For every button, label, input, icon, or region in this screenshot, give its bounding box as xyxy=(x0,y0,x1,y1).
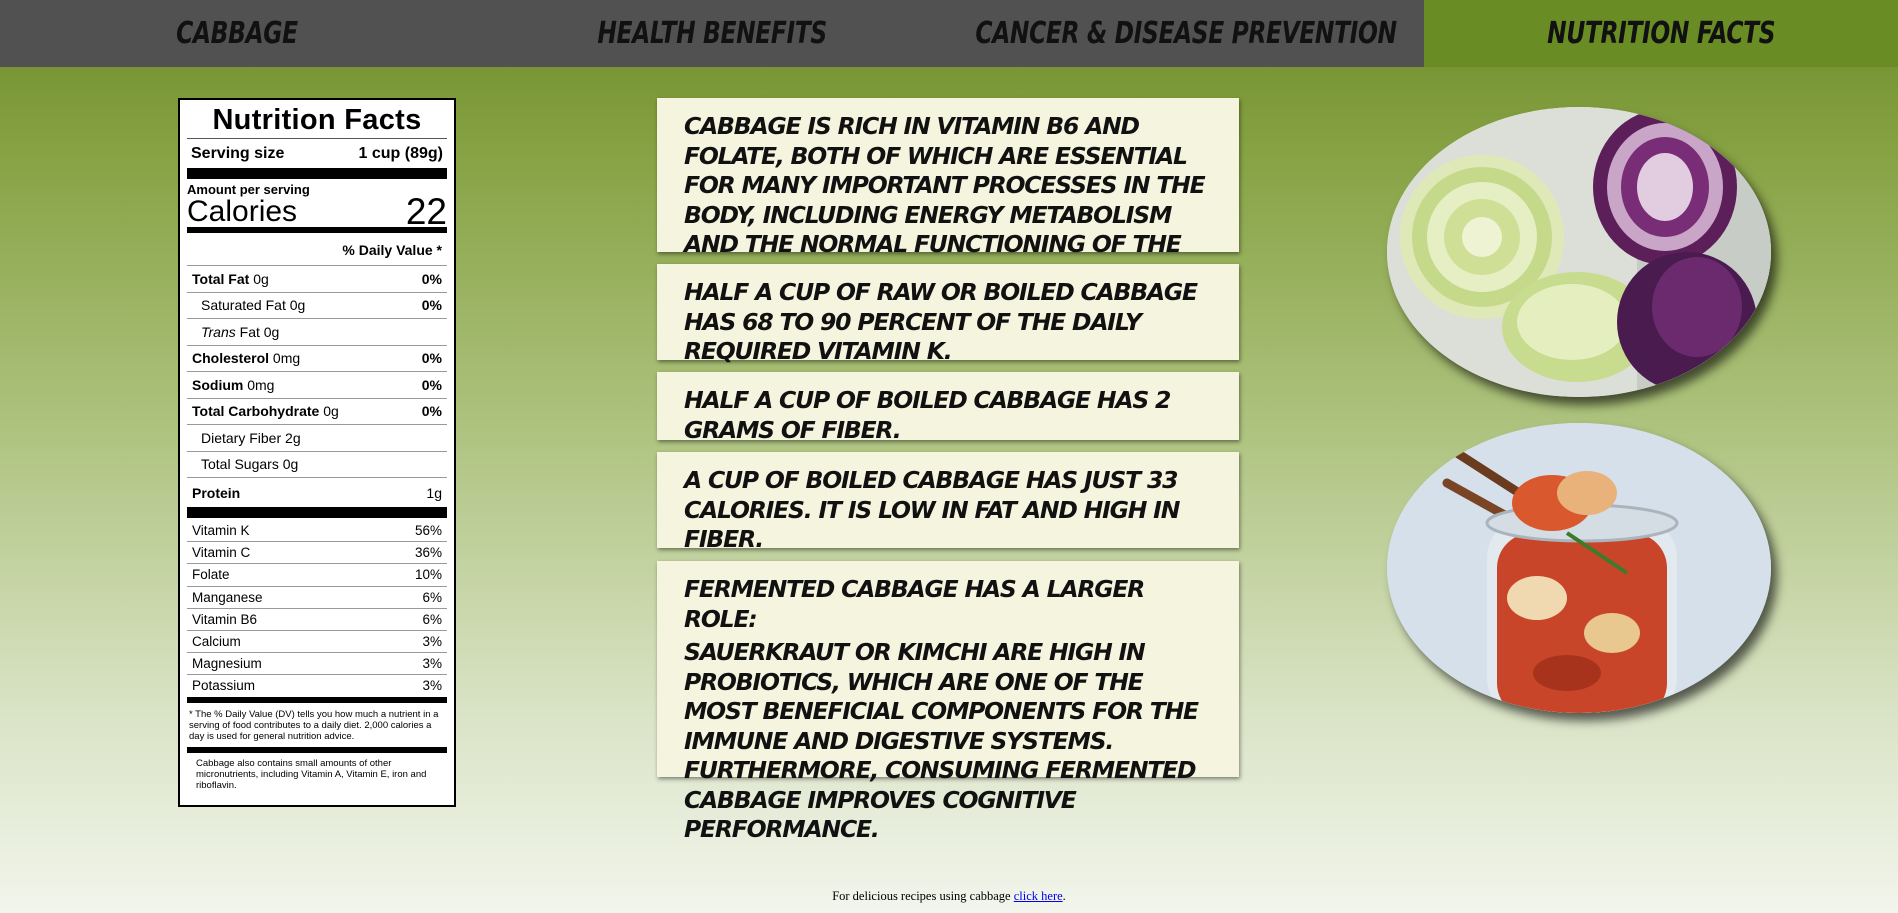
nutrient-row-sodium: Sodium 0mg 0% xyxy=(187,371,447,398)
daily-value-header: % Daily Value * xyxy=(342,242,442,258)
footer-text: For delicious recipes using cabbage xyxy=(832,889,1011,903)
kimchi-jar-photo xyxy=(1387,423,1771,713)
fact-text: Half a cup of raw or boiled cabbage has … xyxy=(684,278,1198,365)
fact-card-fermented: Fermented cabbage has a larger role: Sau… xyxy=(657,561,1239,843)
nutrient-row-cholesterol: Cholesterol 0mg 0% xyxy=(187,344,447,372)
top-nav: Cabbage Health Benefits Cancer & Disease… xyxy=(0,0,1898,67)
divider-thick xyxy=(187,168,447,179)
nav-item-cabbage[interactable]: Cabbage xyxy=(0,0,475,67)
fact-card-calories: A cup of boiled cabbage has just 33 calo… xyxy=(657,452,1239,553)
kimchi-jar-illustration xyxy=(1387,423,1771,713)
vitamin-row: Vitamin B6 6% xyxy=(187,607,447,630)
nav-item-nutrition-facts[interactable]: Nutrition Facts xyxy=(1423,0,1898,67)
fact-text: A cup of boiled cabbage has just 33 calo… xyxy=(684,466,1180,553)
vitamin-row: Folate 10% xyxy=(187,563,447,585)
vitamin-row: Magnesium 3% xyxy=(187,652,447,674)
fact-text: Cabbage is rich in vitamin B6 and folate… xyxy=(684,112,1206,288)
cut-cabbages-illustration xyxy=(1387,107,1771,397)
vitamin-row: Potassium 3% xyxy=(187,674,447,696)
fact-card-fiber: Half a cup of boiled cabbage has 2 grams… xyxy=(657,372,1239,444)
serving-size-label: Serving size xyxy=(191,145,285,162)
calories-row: Calories 22 xyxy=(187,191,447,232)
nutrient-row-trans-fat: Trans Fat 0g xyxy=(187,318,447,345)
cut-cabbages-photo xyxy=(1387,107,1771,397)
label-title: Nutrition Facts xyxy=(212,104,422,136)
vitamin-row: Vitamin K 56% xyxy=(192,522,442,538)
nutrient-row-total-fat: Total Fat 0g 0% xyxy=(187,265,447,292)
nutrient-row-dietary-fiber: Dietary Fiber 2g xyxy=(187,424,447,451)
serving-size-row: Serving size 1 cup (89g) xyxy=(187,139,447,168)
divider-thick xyxy=(187,507,447,518)
nav-item-health-benefits[interactable]: Health Benefits xyxy=(474,0,949,67)
vitamin-row: Calcium 3% xyxy=(187,629,447,652)
recipes-link[interactable]: click here xyxy=(1014,889,1063,903)
nutrient-row-total-sugars: Total Sugars 0g xyxy=(187,450,447,478)
fact-card-vitamin-k: Half a cup of raw or boiled cabbage has … xyxy=(657,264,1239,365)
nutrient-row-total-carbohydrate: Total Carbohydrate 0g 0% xyxy=(187,397,447,425)
nutrient-row-saturated-fat: Saturated Fat 0g 0% xyxy=(187,291,447,319)
calories-value: 22 xyxy=(405,191,447,232)
micronutrients-note: Cabbage also contains small amounts of o… xyxy=(196,757,427,791)
fact-heading: Fermented cabbage has a larger role: xyxy=(684,575,1145,633)
vitamin-row: Vitamin C 36% xyxy=(187,541,447,563)
fact-text: Sauerkraut or kimchi are high in probiot… xyxy=(684,638,1199,843)
footer: For delicious recipes using cabbage clic… xyxy=(832,889,1066,903)
nutrition-facts-label: Nutrition Facts Serving size 1 cup (89g)… xyxy=(178,98,456,807)
vitamin-row: Manganese 6% xyxy=(187,585,447,608)
nutrient-row-protein: Protein 1g xyxy=(187,477,447,507)
fact-card-vitamin-b6: Cabbage is rich in vitamin B6 and folate… xyxy=(657,98,1239,288)
nav-item-cancer-disease-prevention[interactable]: Cancer & Disease Prevention xyxy=(949,0,1424,67)
daily-value-footnote: * The % Daily Value (DV) tells you how m… xyxy=(189,708,439,742)
fact-text: Half a cup of boiled cabbage has 2 grams… xyxy=(684,386,1171,444)
vitamins-list: Vitamin K 56% Vitamin C 36% Folate 10% Mang… xyxy=(187,518,447,697)
calories-label: Calories xyxy=(187,195,298,228)
serving-size-value: 1 cup (89g) xyxy=(358,145,443,162)
